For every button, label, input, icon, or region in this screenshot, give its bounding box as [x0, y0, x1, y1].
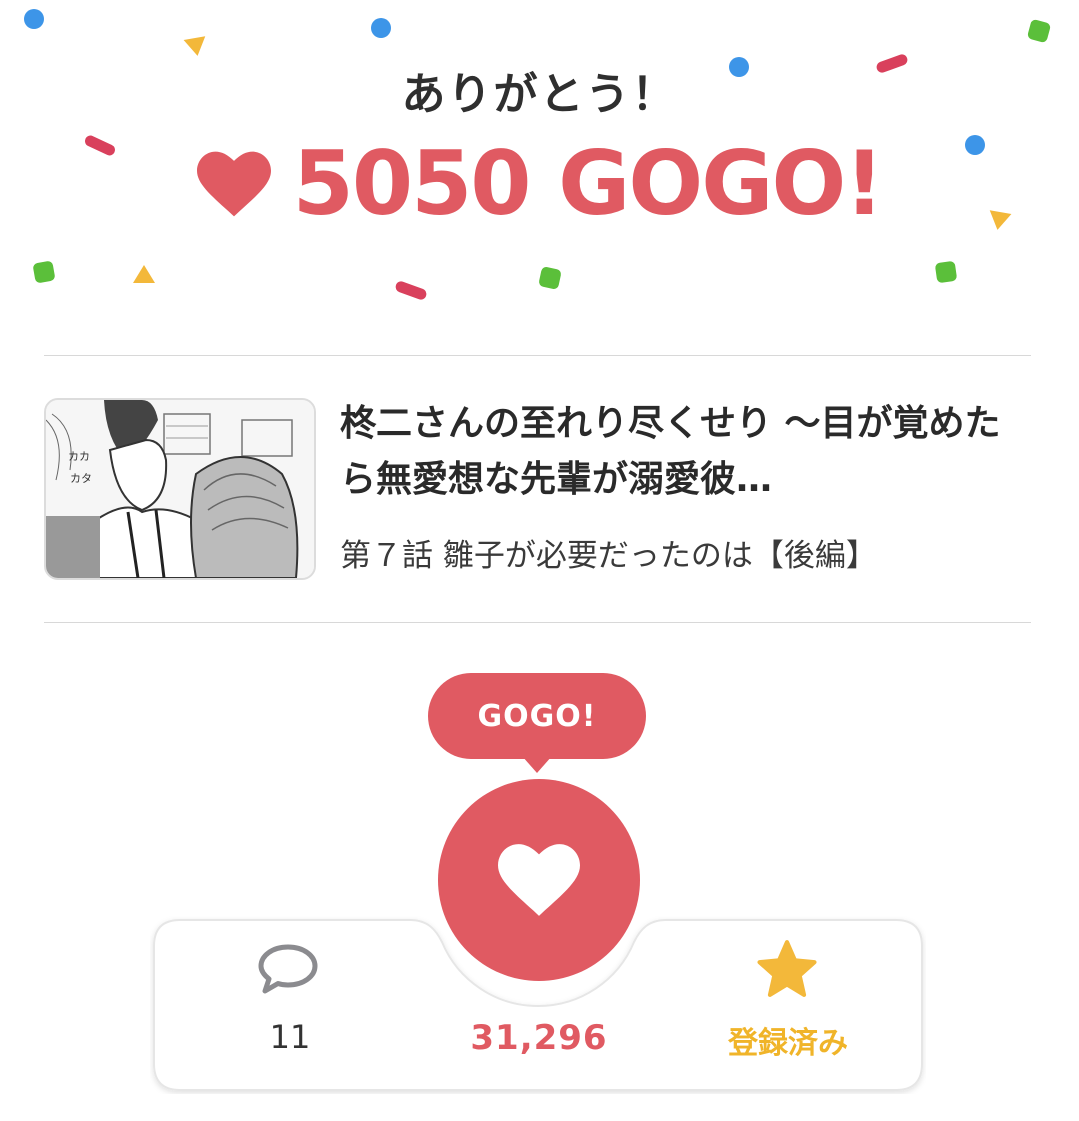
confetti-square: [934, 260, 958, 284]
divider: [44, 355, 1031, 356]
star-icon[interactable]: [754, 939, 820, 1003]
svg-text:カタ: カタ: [70, 472, 92, 485]
confetti-triangle: [133, 265, 155, 283]
gogo-count: 5050 GOGO!: [292, 132, 885, 235]
speech-bubble-icon[interactable]: [257, 943, 319, 995]
heart-icon: [498, 844, 580, 916]
confetti-square: [1026, 18, 1052, 44]
confetti-dot: [371, 18, 391, 38]
episode-title[interactable]: 柊二さんの至れり尽くせり ～目が覚めたら無愛想な先輩が溺愛彼…: [340, 396, 1030, 508]
gogo-like-count: 31,296: [470, 1018, 608, 1058]
svg-text:カカ: カカ: [68, 450, 90, 463]
confetti-streamer: [394, 279, 428, 302]
confetti-square: [538, 266, 562, 290]
gogo-bubble-tail: [522, 756, 552, 773]
episode-subtitle: 第７話 雛子が必要だったのは【後編】: [340, 538, 877, 574]
confetti-square: [32, 260, 56, 284]
divider: [44, 622, 1031, 623]
comment-count[interactable]: 11: [240, 1018, 340, 1056]
gogo-total: 5050 GOGO!: [0, 132, 1079, 235]
episode-card[interactable]: カカ カタ 柊二さんの至れり尽くせり ～目が覚めたら無愛想な先輩が溺愛彼… 第７…: [44, 396, 1034, 582]
confetti-triangle: [183, 36, 209, 58]
thanks-heading: ありがとう！: [401, 69, 678, 120]
manga-panel-thumbnail[interactable]: カカ カタ: [44, 398, 316, 580]
confetti-dot: [24, 9, 44, 29]
gogo-bubble[interactable]: GOGO!: [428, 673, 646, 759]
bookmark-status[interactable]: 登録済み: [700, 1018, 876, 1062]
heart-icon: [196, 151, 271, 216]
gogo-heart-button[interactable]: [438, 779, 640, 981]
